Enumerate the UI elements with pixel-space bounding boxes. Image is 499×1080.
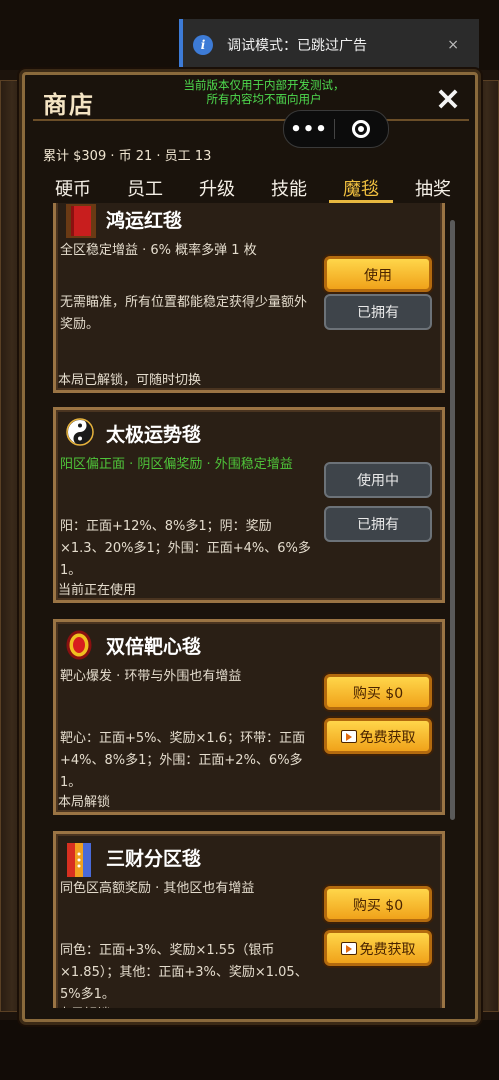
button-label: 使用中	[357, 473, 399, 489]
carpet-name: 三财分区毯	[106, 848, 202, 870]
dev-notice-line1: 当前版本仅用于内部开发测试，	[183, 78, 345, 92]
toast-message: 调试模式：已跳过广告	[227, 38, 367, 54]
carpet-summary: 靶心爆发 · 环带与外围也有增益	[60, 669, 242, 684]
tab-5[interactable]: 抽奖	[409, 175, 457, 203]
buy-button[interactable]: 购买 $0	[324, 886, 432, 922]
carpet-status: 本局解锁	[58, 1003, 110, 1008]
buy-button[interactable]: 购买 $0	[324, 674, 432, 710]
video-ad-icon	[340, 730, 357, 743]
miniprogram-capsule: •••	[283, 110, 389, 148]
owned-button[interactable]: 已拥有	[324, 506, 432, 542]
tab-1[interactable]: 员工	[121, 175, 169, 203]
player-stats: 累计 $309 · 币 21 · 员工 13	[43, 149, 212, 164]
carpet-description: 无需瞄准，所有位置都能稳定获得少量额外奖励。	[60, 295, 308, 332]
background-left-rail	[0, 80, 24, 1012]
more-menu-icon[interactable]: •••	[284, 119, 334, 140]
carpet-summary: 阳区偏正面 · 阴区偏奖励 · 外围稳定增益	[60, 457, 293, 472]
dev-notice: 当前版本仅用于内部开发测试， 所有内容均不面向用户	[149, 78, 379, 106]
button-label: 使用	[364, 268, 392, 284]
carpet-status: 本局解锁	[58, 795, 111, 810]
toast-progress-line	[183, 69, 433, 71]
video-ad-icon	[340, 942, 357, 955]
background-right-rail	[475, 80, 499, 1012]
info-icon: i	[193, 35, 213, 55]
red-carpet-icon	[66, 204, 96, 238]
carpet-summary: 同色区高额奖励 · 其他区也有增益	[60, 881, 255, 896]
button-label: 购买 $0	[352, 898, 404, 914]
carpet-name: 太极运势毯	[106, 424, 202, 446]
dev-notice-line2: 所有内容均不面向用户	[206, 92, 322, 106]
carpet-card: 太极运势毯阳区偏正面 · 阴区偏奖励 · 外围稳定增益阳：正面+12%、8%多1…	[53, 407, 445, 603]
shop-title: 商店	[43, 91, 95, 119]
carpet-description: 同色：正面+3%、奖励×1.55（银币×1.85）；其他：正面+3%、奖励×1.…	[60, 943, 308, 1002]
list-scrollbar[interactable]	[450, 220, 455, 820]
carpet-card: 鸿运红毯全区稳定增益 · 6% 概率多弹 1 枚无需瞄准，所有位置都能稳定获得少…	[53, 203, 445, 393]
carpet-name: 双倍靶心毯	[106, 636, 202, 658]
shop-close-button[interactable]: ×	[431, 81, 465, 115]
carpet-description: 靶心：正面+5%、奖励×1.6；环带：正面+4%、8%多1；外围：正面+2%、6…	[60, 731, 306, 790]
button-label: 已拥有	[357, 517, 399, 533]
carpet-name: 鸿运红毯	[106, 210, 183, 232]
use-button[interactable]: 使用	[324, 256, 432, 292]
owned-button[interactable]: 已拥有	[324, 294, 432, 330]
yin-yang-icon	[66, 418, 96, 448]
item-list[interactable]: 鸿运红毯全区稳定增益 · 6% 概率多弹 1 枚无需瞄准，所有位置都能稳定获得少…	[33, 203, 453, 1008]
carpet-card: 三财分区毯同色区高额奖励 · 其他区也有增益同色：正面+3%、奖励×1.55（银…	[53, 831, 445, 1008]
shop-panel: 商店 当前版本仅用于内部开发测试， 所有内容均不面向用户 × ••• 累计 $3…	[22, 72, 478, 1022]
shop-header: 商店 当前版本仅用于内部开发测试， 所有内容均不面向用户 ×	[33, 78, 469, 121]
carpet-status: 本局已解锁，可随时切换	[58, 373, 202, 388]
carpet-description: 阳：正面+12%、8%多1；阴：奖励×1.3、20%多1；外围：正面+4%、6%…	[60, 519, 311, 578]
carpet-card: 双倍靶心毯靶心爆发 · 环带与外围也有增益靶心：正面+5%、奖励×1.6；环带：…	[53, 619, 445, 815]
button-label: 免费获取	[359, 730, 416, 746]
free-get-button[interactable]: 免费获取	[324, 930, 432, 966]
target-icon	[352, 120, 370, 138]
shop-tabs: 硬币 员工 升级 技能 魔毯 抽奖	[37, 175, 469, 205]
button-label: 免费获取	[359, 942, 416, 958]
in-use-button[interactable]: 使用中	[324, 462, 432, 498]
tri-color-icon	[66, 842, 96, 877]
tab-4[interactable]: 魔毯	[329, 175, 393, 203]
toast-close-button[interactable]: ×	[447, 37, 459, 53]
tab-2[interactable]: 升级	[193, 175, 241, 203]
button-label: 已拥有	[357, 305, 399, 321]
bullseye-icon	[66, 630, 96, 660]
tab-0[interactable]: 硬币	[49, 175, 97, 203]
debug-toast: i 调试模式：已跳过广告 ×	[179, 19, 479, 71]
button-label: 购买 $0	[352, 686, 404, 702]
background-bottom	[0, 1020, 499, 1080]
carpet-status: 当前正在使用	[58, 583, 137, 598]
tab-3[interactable]: 技能	[265, 175, 313, 203]
carpet-summary: 全区稳定增益 · 6% 概率多弹 1 枚	[60, 243, 257, 258]
free-get-button[interactable]: 免费获取	[324, 718, 432, 754]
exit-miniprogram-button[interactable]	[335, 120, 387, 138]
